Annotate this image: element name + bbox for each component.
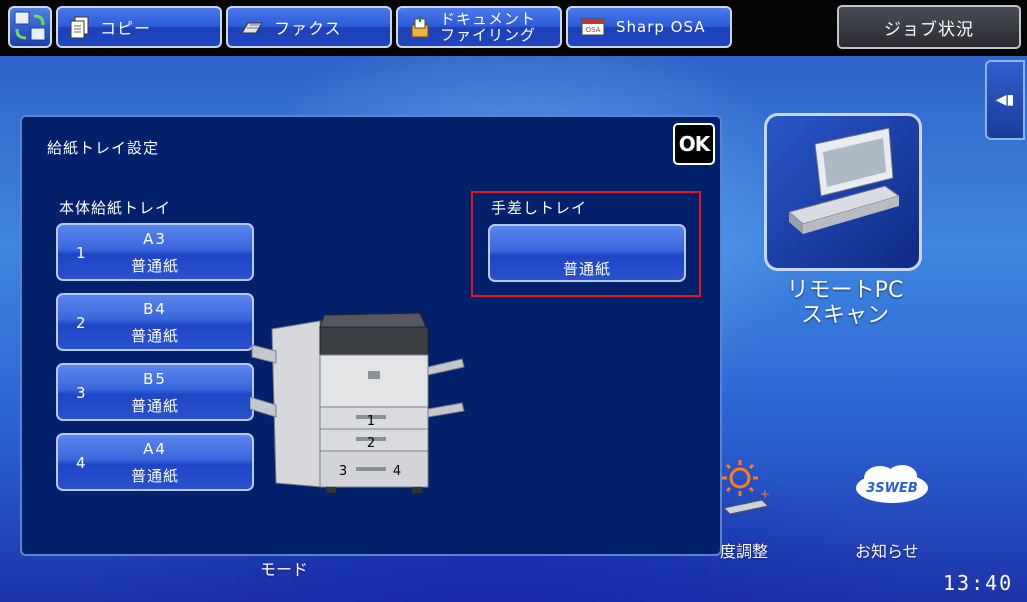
tray-2-button[interactable]: 2 B4 普通紙 xyxy=(56,293,254,351)
cloud-icon: 3SWEB xyxy=(856,465,928,503)
panel-collapse-icon: ◀▮ xyxy=(995,92,1015,108)
tray-type: 普通紙 xyxy=(130,467,179,485)
paper-tray-settings-dialog: 給紙トレイ設定 OK 本体給紙トレイ 1 A3 普通紙 2 B4 普通紙 3 B… xyxy=(20,115,722,556)
brightness-icon[interactable]: + xyxy=(718,458,772,516)
tray-size: B5 xyxy=(143,370,167,388)
tray-type: 普通紙 xyxy=(562,260,611,278)
brightness-label: 度調整 xyxy=(720,542,769,561)
tray-size: A3 xyxy=(143,230,167,248)
copier-tray-3: 3 xyxy=(339,464,347,479)
tray-type: 普通紙 xyxy=(130,257,179,275)
top-bar: コピー ファクス ドキュメント ファイリング OSA Sharp OSA ジョブ… xyxy=(0,0,1027,56)
tray-size: A4 xyxy=(143,440,167,458)
copy-icon xyxy=(70,16,89,39)
scanner-icon xyxy=(787,127,901,234)
home-icon xyxy=(14,11,46,41)
main-tray-label: 本体給紙トレイ xyxy=(59,199,172,217)
copier-tray-1: 1 xyxy=(367,414,375,429)
ok-button[interactable]: OK xyxy=(673,123,715,165)
bypass-tray-button[interactable]: 普通紙 xyxy=(488,224,686,282)
copier-illustration: 1 2 3 4 xyxy=(250,312,465,493)
copier-tray-4: 4 xyxy=(393,464,401,479)
osa-icon: OSA xyxy=(581,18,605,36)
notice-icon[interactable]: 3SWEB xyxy=(852,462,930,506)
clock: 13:40 xyxy=(943,571,1014,595)
tray-size: B4 xyxy=(143,300,167,318)
svg-text:+: + xyxy=(760,487,770,501)
home-button[interactable] xyxy=(8,6,52,48)
side-panel-toggle[interactable]: ◀▮ xyxy=(985,60,1025,140)
remote-pc-scan-button[interactable] xyxy=(764,113,922,271)
job-status-button[interactable]: ジョブ状況 xyxy=(837,5,1021,49)
document-filing-icon xyxy=(411,16,429,38)
tab-fax-label: ファクス xyxy=(274,19,342,38)
tab-sharp-osa[interactable]: OSA Sharp OSA xyxy=(566,6,732,48)
mode-label: モード xyxy=(260,560,309,579)
web-logo-text: 3SWEB xyxy=(866,481,918,496)
bypass-tray-label: 手差しトレイ xyxy=(491,199,588,217)
dialog-title: 給紙トレイ設定 xyxy=(47,139,160,157)
remote-pc-scan-label: リモートPC スキャン xyxy=(786,278,904,328)
tab-copy-label: コピー xyxy=(100,19,152,38)
tray-type: 普通紙 xyxy=(130,397,179,415)
tray-3-button[interactable]: 3 B5 普通紙 xyxy=(56,363,254,421)
tab-fax[interactable]: ファクス xyxy=(226,6,392,48)
copier-tray-2: 2 xyxy=(367,436,375,451)
tab-sharp-osa-label: Sharp OSA xyxy=(616,18,706,36)
tray-4-button[interactable]: 4 A4 普通紙 xyxy=(56,433,254,491)
tray-type: 普通紙 xyxy=(130,327,179,345)
svg-text:OSA: OSA xyxy=(586,26,601,34)
fax-icon xyxy=(241,22,263,34)
tab-copy[interactable]: コピー xyxy=(56,6,222,48)
sun-icon: + xyxy=(722,460,770,515)
tab-document-filing-label: ドキュメント ファイリング xyxy=(440,10,537,44)
tray-1-button[interactable]: 1 A3 普通紙 xyxy=(56,223,254,281)
tab-document-filing[interactable]: ドキュメント ファイリング xyxy=(396,6,562,48)
notice-label: お知らせ xyxy=(855,542,919,561)
